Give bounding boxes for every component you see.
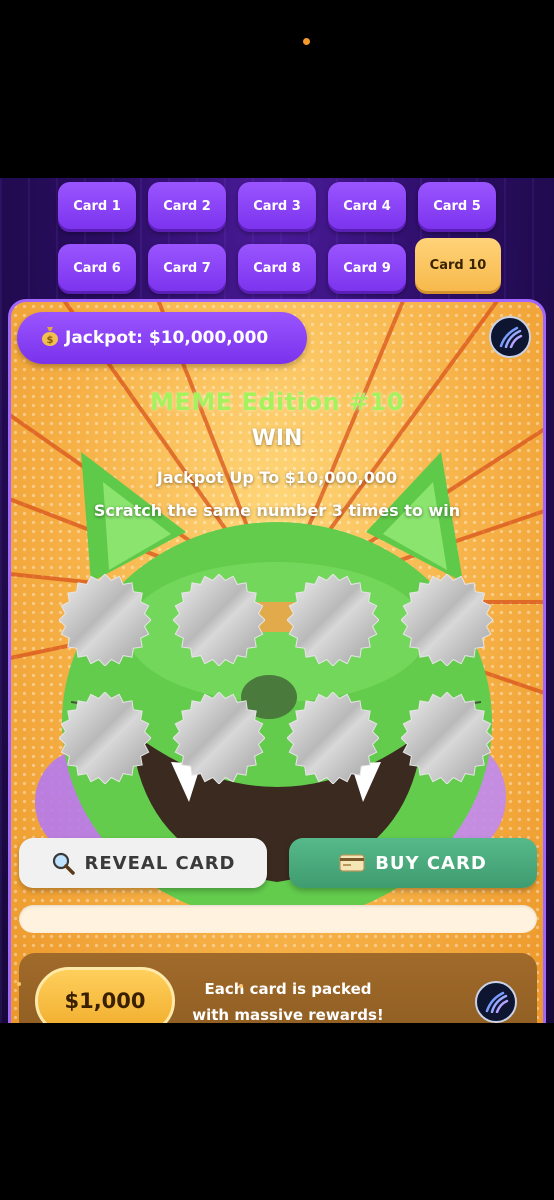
claw-logo-icon[interactable] — [489, 316, 531, 358]
scratch-spot[interactable] — [400, 691, 494, 785]
tab-card-6[interactable]: Card 6 — [58, 244, 136, 294]
tab-card-9[interactable]: Card 9 — [328, 244, 406, 294]
tab-card-4[interactable]: Card 4 — [328, 182, 406, 232]
tab-card-5[interactable]: Card 5 — [418, 182, 496, 232]
jackpot-subtitle: Jackpot Up To $10,000,000 — [156, 468, 398, 487]
scratch-spot[interactable] — [400, 573, 494, 667]
credit-card-icon — [339, 853, 365, 873]
tab-card-10[interactable]: Card 10 — [415, 238, 501, 294]
tab-card-7[interactable]: Card 7 — [148, 244, 226, 294]
tab-card-8[interactable]: Card 8 — [238, 244, 316, 294]
scratch-card: $ Jackpot: $10,000,000 MEME Edition #10 … — [8, 299, 546, 1023]
sparkle — [17, 982, 21, 986]
win-title: WIN — [251, 426, 303, 451]
tab-card-2[interactable]: Card 2 — [148, 182, 226, 232]
reveal-card-label: REVEAL CARD — [84, 852, 236, 874]
progress-bar — [19, 905, 537, 933]
scratch-spot[interactable] — [58, 573, 152, 667]
promo-text: Each card is packed with massive rewards… — [192, 980, 384, 1023]
scratch-spot[interactable] — [286, 573, 380, 667]
scratch-spot[interactable] — [172, 691, 266, 785]
tab-card-1[interactable]: Card 1 — [58, 182, 136, 232]
scratch-instruction: Scratch the same number 3 times to win — [93, 501, 461, 520]
buy-card-label: BUY CARD — [375, 852, 487, 874]
sparkle — [239, 984, 243, 988]
scratch-spot[interactable] — [172, 573, 266, 667]
edition-title: MEME Edition #10 — [150, 388, 404, 416]
reveal-card-button[interactable]: REVEAL CARD — [19, 838, 267, 888]
status-dot — [303, 38, 310, 45]
buy-card-button[interactable]: BUY CARD — [289, 838, 537, 888]
svg-text:$: $ — [47, 335, 54, 346]
tab-card-3[interactable]: Card 3 — [238, 182, 316, 232]
scratch-card-app: Card 1 Card 2 Card 3 Card 4 Card 5 Card … — [0, 178, 554, 1023]
price-button[interactable]: $1,000 — [35, 967, 175, 1023]
scratch-spot[interactable] — [58, 691, 152, 785]
claw-logo-icon — [475, 981, 517, 1023]
jackpot-pill: $ Jackpot: $10,000,000 — [17, 312, 307, 364]
money-bag-icon: $ — [41, 326, 59, 351]
jackpot-label: Jackpot: $10,000,000 — [65, 328, 269, 348]
magnifier-icon — [51, 851, 75, 875]
card-tabs: Card 1 Card 2 Card 3 Card 4 Card 5 Card … — [0, 178, 554, 303]
promo-banner: $1,000 Each card is packed with massive … — [19, 953, 537, 1023]
scratch-spot[interactable] — [286, 691, 380, 785]
